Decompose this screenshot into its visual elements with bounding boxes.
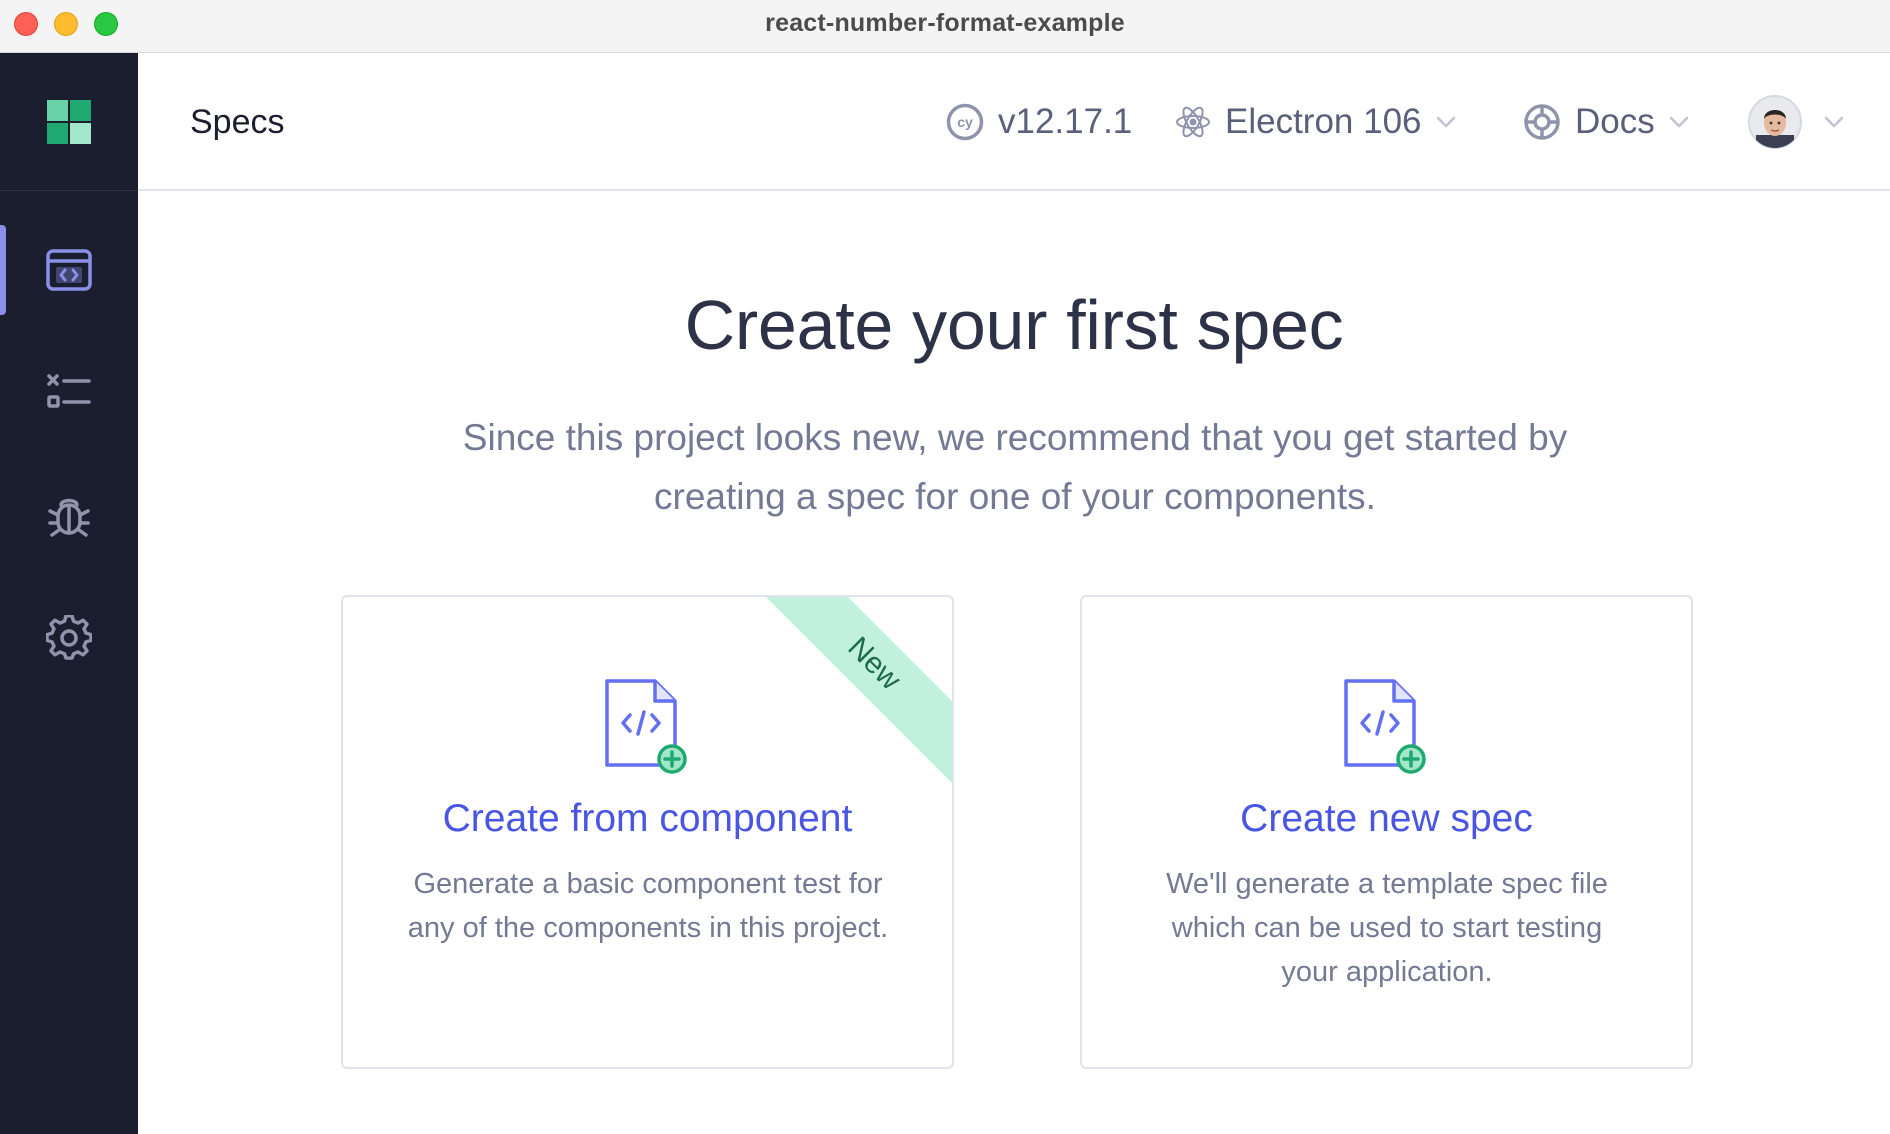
version-label: v12.17.1 <box>998 102 1133 141</box>
window-title: react-number-format-example <box>765 9 1125 37</box>
card-description: We'll generate a template spec file whic… <box>1166 868 1608 988</box>
avatar <box>1748 95 1802 149</box>
card-title: Create from component <box>442 797 853 840</box>
browser-selector[interactable]: Electron 106 <box>1175 53 1456 191</box>
new-badge-label: New <box>841 630 908 697</box>
cypress-logo[interactable] <box>0 53 138 191</box>
window-titlebar: react-number-format-example <box>0 0 1890 53</box>
cypress-version-link[interactable]: cy v12.17.1 <box>946 53 1132 191</box>
card-description: Generate a basic component test for any … <box>407 868 889 944</box>
main-heading: Create your first spec <box>684 286 1344 364</box>
chevron-down-icon <box>1669 116 1688 128</box>
docs-menu[interactable]: Docs <box>1523 53 1689 191</box>
file-code-plus-icon <box>1343 679 1426 774</box>
file-code-plus-icon <box>604 679 687 774</box>
sidebar-item-specs[interactable] <box>0 225 138 315</box>
test-results-icon <box>47 374 91 408</box>
cypress-cy-icon: cy <box>946 103 984 141</box>
app-logo-icon <box>47 99 91 144</box>
user-menu[interactable] <box>1748 53 1844 191</box>
lifebuoy-icon <box>1524 104 1560 140</box>
code-window-icon <box>46 249 92 291</box>
electron-icon <box>1176 106 1210 138</box>
sidebar-item-runs[interactable] <box>0 348 138 438</box>
chevron-down-icon <box>1824 116 1844 128</box>
top-header: Specs cy v12.17.1 Electron 106 Docs <box>138 53 1890 191</box>
chevron-down-icon <box>1436 116 1455 128</box>
sidebar <box>0 53 138 1134</box>
main-description: Since this project looks new, we recomme… <box>462 417 1568 517</box>
create-new-spec-card[interactable]: Create new spec We'll generate a templat… <box>1080 595 1693 1069</box>
bug-icon <box>48 498 90 537</box>
create-from-component-card[interactable]: New Create from component Generate a bas… <box>341 595 954 1069</box>
sidebar-item-settings[interactable] <box>0 593 138 683</box>
new-badge: New <box>747 597 952 791</box>
docs-label: Docs <box>1575 102 1655 141</box>
browser-label: Electron 106 <box>1225 102 1422 141</box>
sidebar-item-debug[interactable] <box>0 471 138 561</box>
page-title: Specs <box>190 103 285 141</box>
card-title: Create new spec <box>1240 797 1533 840</box>
svg-text:cy: cy <box>957 114 973 130</box>
gear-icon <box>46 615 92 660</box>
